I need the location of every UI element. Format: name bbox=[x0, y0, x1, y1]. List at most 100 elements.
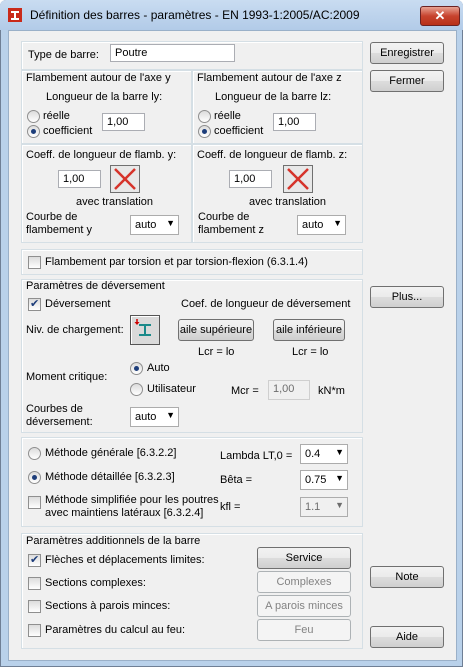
fleches-label: Flèches et déplacements limites: bbox=[45, 554, 205, 566]
lambda-value: 0.4 bbox=[305, 448, 321, 460]
kfl-value: 1.1 bbox=[305, 501, 321, 513]
courbe-y-label-1: Courbe de bbox=[26, 211, 78, 223]
methode-generale-radio[interactable] bbox=[28, 447, 41, 460]
close-icon: ✕ bbox=[434, 8, 446, 23]
feu-button[interactable]: Feu bbox=[257, 619, 351, 641]
additionnels-title: Paramètres additionnels de la barre bbox=[26, 535, 201, 547]
courbes-deversement-select[interactable]: auto ▼ bbox=[130, 407, 179, 427]
aile-superieure-button[interactable]: aile supérieure bbox=[178, 319, 254, 341]
coeff-y-x-button[interactable] bbox=[110, 165, 140, 193]
coeff-z-title: Coeff. de longueur de flamb. z: bbox=[197, 149, 348, 161]
niv-chargement-button[interactable] bbox=[130, 315, 160, 345]
chevron-down-icon: ▼ bbox=[335, 500, 344, 510]
torsion-checkbox[interactable] bbox=[28, 256, 41, 269]
chevron-down-icon: ▼ bbox=[335, 447, 344, 457]
kfl-label: kfl = bbox=[220, 501, 241, 513]
methode-detaillee-radio[interactable] bbox=[28, 471, 41, 484]
courbe-y-label-2: flambement y bbox=[26, 224, 93, 236]
courbes-deversement-label-1: Courbes de bbox=[26, 403, 83, 415]
complexes-button[interactable]: Complexes bbox=[257, 571, 351, 593]
methode-detaillee-label: Méthode détaillée [6.3.2.3] bbox=[45, 471, 175, 483]
courbe-z-select[interactable]: auto ▼ bbox=[297, 215, 346, 235]
type-barre-input[interactable]: Poutre bbox=[110, 44, 235, 62]
deversement-label: Déversement bbox=[45, 298, 111, 310]
coeff-y-title: Coeff. de longueur de flamb. y: bbox=[26, 149, 177, 161]
cross-icon bbox=[114, 168, 136, 190]
methode-simplifiee-checkbox[interactable] bbox=[28, 496, 41, 509]
reelle-y-radio[interactable] bbox=[27, 110, 40, 123]
moment-critique-label: Moment critique: bbox=[26, 371, 108, 383]
fleches-checkbox[interactable] bbox=[28, 553, 41, 567]
mcr-label: Mcr = bbox=[231, 385, 259, 397]
longueur-z-label: Longueur de la barre lz: bbox=[215, 91, 332, 103]
title-bar[interactable]: Définition des barres - paramètres - EN … bbox=[0, 0, 463, 30]
methode-simplifiee-label-1: Méthode simplifiée pour les poutres bbox=[45, 494, 219, 506]
parois-minces-button[interactable]: A parois minces bbox=[257, 595, 351, 617]
mcr-unit: kN*m bbox=[318, 385, 345, 397]
coeff-z-input[interactable]: 1,00 bbox=[229, 170, 272, 188]
type-barre-label: Type de barre: bbox=[28, 49, 99, 61]
beam-load-icon bbox=[134, 319, 151, 336]
aide-button[interactable]: Aide bbox=[370, 626, 444, 648]
kfl-select[interactable]: 1.1 ▼ bbox=[300, 497, 348, 517]
aile-inferieure-button[interactable]: aile inférieure bbox=[273, 319, 345, 341]
enregistrer-button[interactable]: Enregistrer bbox=[370, 42, 444, 64]
lcr-inf-label: Lcr = lo bbox=[292, 346, 329, 358]
chevron-down-icon: ▼ bbox=[335, 473, 344, 483]
coefficient-z-label: coefficient bbox=[214, 125, 264, 137]
utilisateur-radio[interactable] bbox=[130, 383, 143, 396]
coefficient-y-label: coefficient bbox=[43, 125, 93, 137]
coeff-z-x-button[interactable] bbox=[283, 165, 313, 193]
reelle-z-radio[interactable] bbox=[198, 110, 211, 123]
torsion-label: Flambement par torsion et par torsion-fl… bbox=[45, 256, 308, 268]
lambda-select[interactable]: 0.4 ▼ bbox=[300, 444, 348, 464]
longueur-y-input[interactable]: 1,00 bbox=[102, 113, 145, 131]
fermer-button[interactable]: Fermer bbox=[370, 70, 444, 92]
coefficient-z-radio[interactable] bbox=[198, 125, 211, 138]
beta-label: Bêta = bbox=[220, 474, 253, 486]
flambement-z-title: Flambement autour de l'axe z bbox=[197, 72, 342, 84]
beta-select[interactable]: 0.75 ▼ bbox=[300, 470, 348, 490]
auto-radio[interactable] bbox=[130, 362, 143, 375]
reelle-z-label: réelle bbox=[214, 110, 241, 122]
auto-label: Auto bbox=[147, 362, 170, 374]
window-title: Définition des barres - paramètres - EN … bbox=[30, 8, 360, 22]
longueur-z-input[interactable]: 1,00 bbox=[273, 113, 316, 131]
methode-simplifiee-label-2: avec maintiens latéraux [6.3.2.4] bbox=[45, 507, 204, 519]
calcul-feu-checkbox[interactable] bbox=[28, 624, 41, 637]
service-button[interactable]: Service bbox=[257, 547, 351, 569]
parois-minces-checkbox[interactable] bbox=[28, 600, 41, 613]
app-icon bbox=[8, 8, 22, 22]
reelle-y-label: réelle bbox=[43, 110, 70, 122]
methode-generale-label: Méthode générale [6.3.2.2] bbox=[45, 447, 177, 459]
deversement-checkbox[interactable] bbox=[28, 297, 41, 311]
courbes-deversement-value: auto bbox=[135, 411, 157, 423]
coeff-y-input[interactable]: 1,00 bbox=[58, 170, 101, 188]
note-button[interactable]: Note bbox=[370, 566, 444, 588]
longueur-y-label: Longueur de la barre ly: bbox=[46, 91, 163, 103]
courbe-y-select[interactable]: auto ▼ bbox=[130, 215, 179, 235]
translation-y-label: avec translation bbox=[76, 196, 154, 208]
chevron-down-icon: ▼ bbox=[333, 218, 342, 228]
close-button[interactable]: ✕ bbox=[420, 6, 460, 26]
parois-minces-label: Sections à parois minces: bbox=[45, 600, 171, 612]
coefficient-y-radio[interactable] bbox=[27, 125, 40, 138]
chevron-down-icon: ▼ bbox=[166, 410, 175, 420]
sections-complexes-checkbox[interactable] bbox=[28, 577, 41, 590]
courbe-z-value: auto bbox=[302, 219, 324, 231]
courbe-y-value: auto bbox=[135, 219, 157, 231]
plus-button[interactable]: Plus... bbox=[370, 286, 444, 308]
calcul-feu-label: Paramètres du calcul au feu: bbox=[45, 624, 186, 636]
deversement-title: Paramètres de déversement bbox=[26, 280, 165, 292]
utilisateur-label: Utilisateur bbox=[147, 383, 196, 395]
coef-deversement-title: Coef. de longueur de déversement bbox=[181, 298, 351, 310]
lcr-sup-label: Lcr = lo bbox=[198, 346, 235, 358]
translation-z-label: avec translation bbox=[249, 196, 327, 208]
courbe-z-label-1: Courbe de bbox=[198, 211, 250, 223]
courbes-deversement-label-2: déversement: bbox=[26, 416, 93, 428]
lambda-label: Lambda LT,0 = bbox=[220, 450, 293, 462]
mcr-input[interactable]: 1,00 bbox=[268, 380, 310, 400]
beta-value: 0.75 bbox=[305, 474, 327, 486]
chevron-down-icon: ▼ bbox=[166, 218, 175, 228]
sections-complexes-label: Sections complexes: bbox=[45, 577, 146, 589]
